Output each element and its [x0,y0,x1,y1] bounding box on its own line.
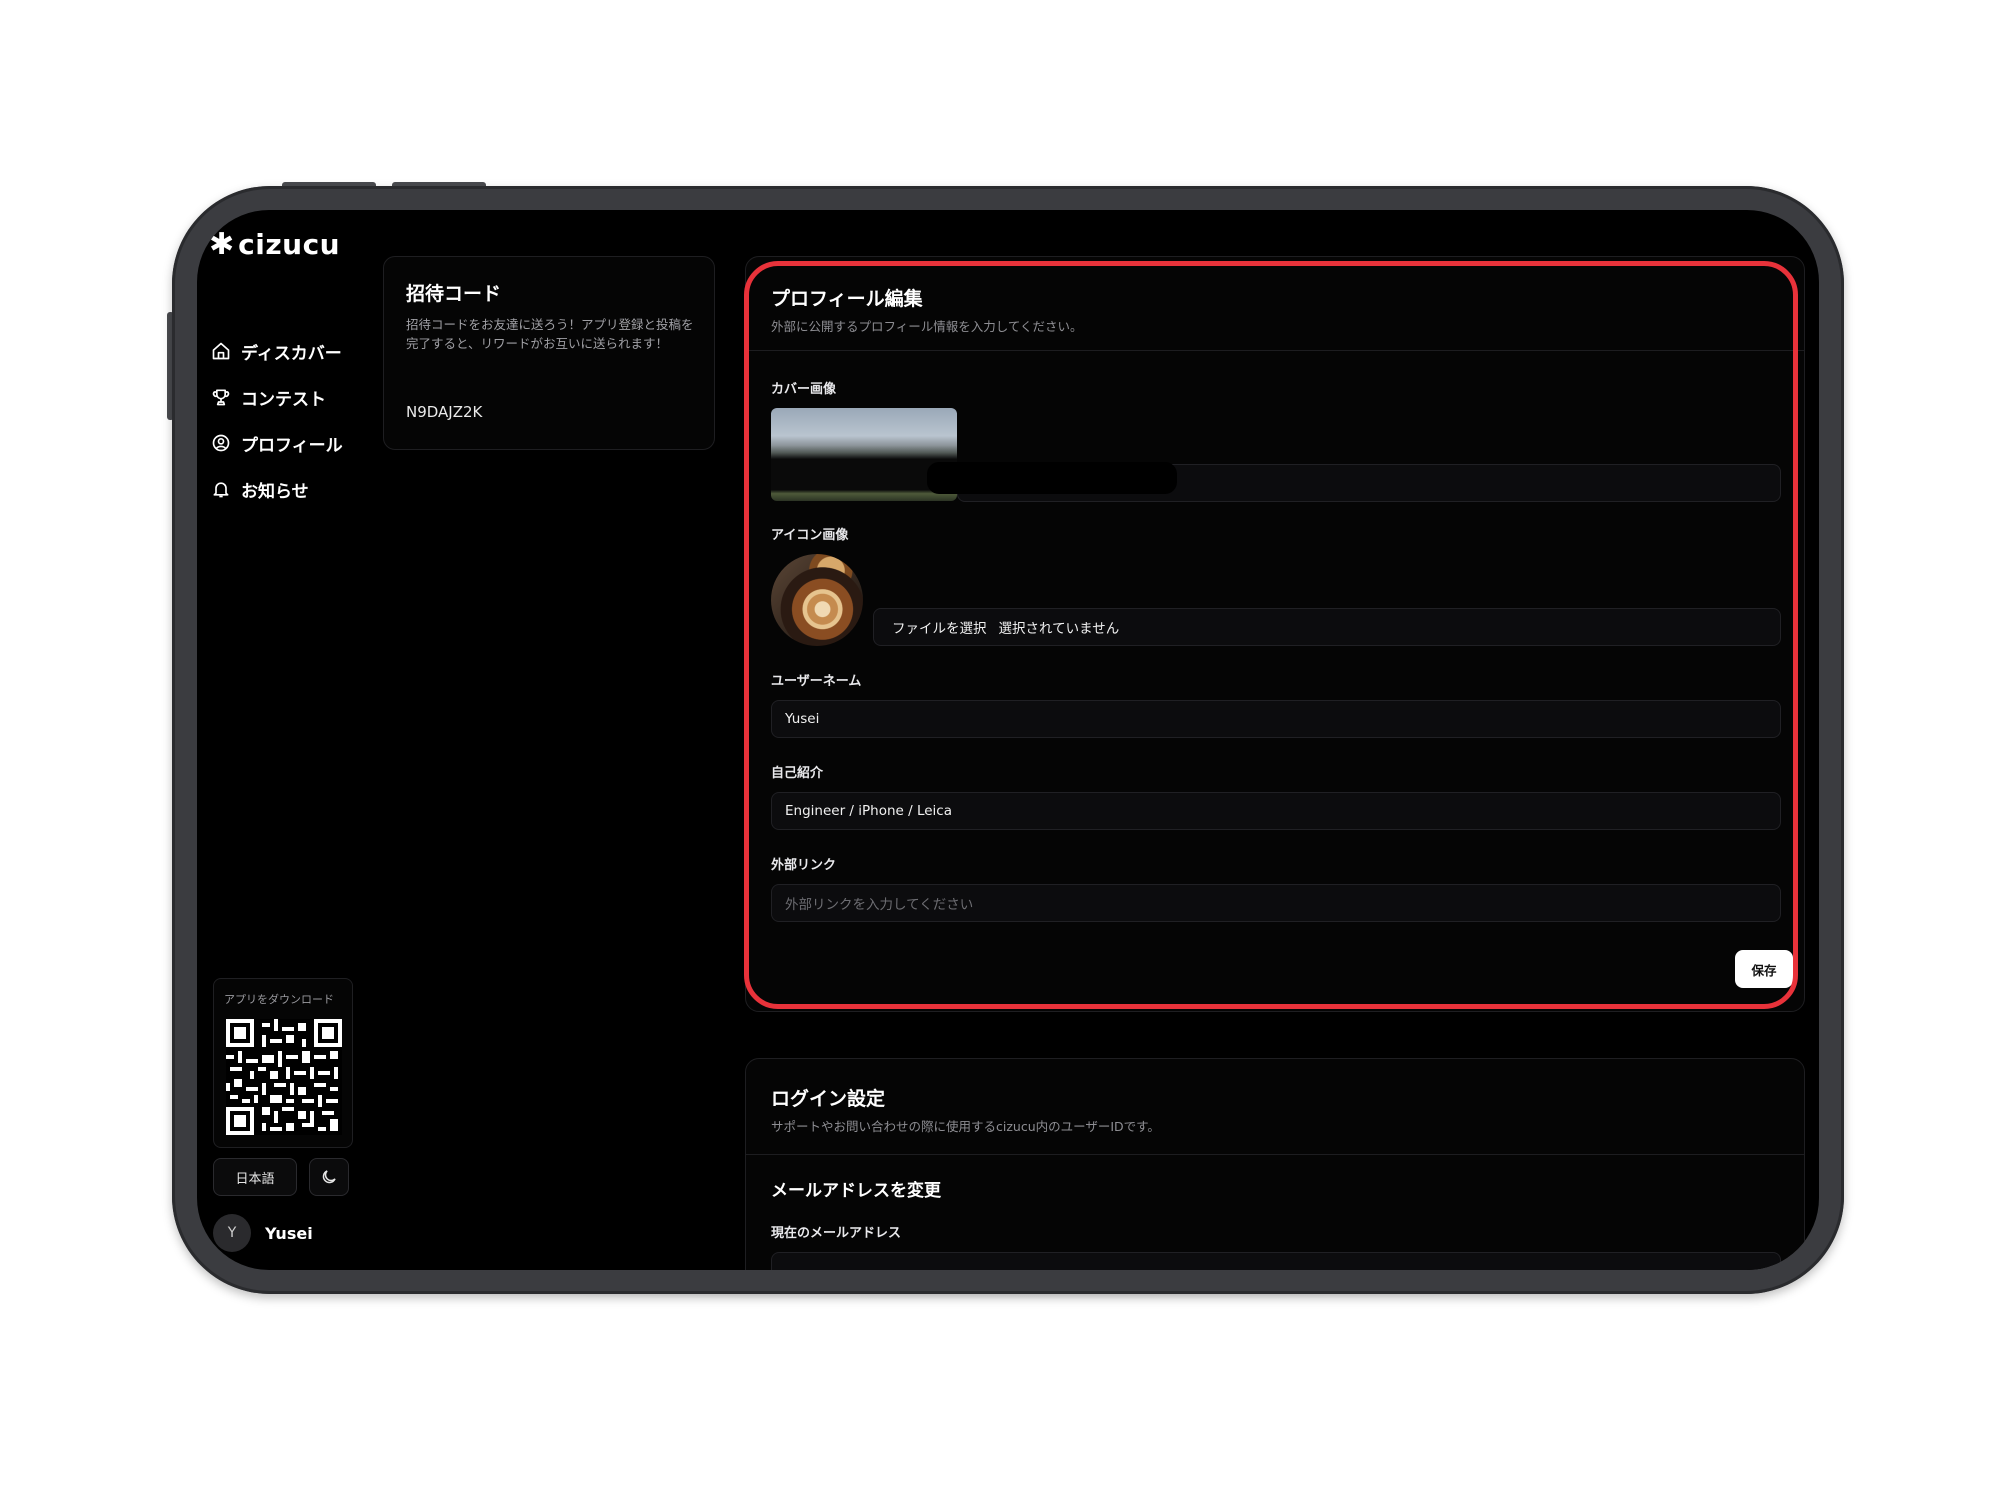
cover-overlay [927,462,1177,494]
login-divider [746,1154,1804,1155]
home-icon [212,342,230,360]
stage: ✱ cizucu ディスカバー コンテスト プロフィール お知らせ アプリをダウ… [0,0,2000,1500]
sidebar-item-notifications[interactable]: お知らせ [211,466,381,512]
invite-card: 招待コード 招待コードをお友達に送ろう！アプリ登録と投稿を完了すると、リワードが… [383,256,715,450]
sidebar-item-label: お知らせ [241,481,309,502]
theme-toggle-button[interactable] [309,1158,349,1196]
avatar: Y [213,1214,251,1252]
profile-title: プロフィール編集 [771,288,923,310]
language-button[interactable]: 日本語 [213,1158,297,1196]
bio-input[interactable]: Engineer / iPhone / Leica [771,792,1781,830]
link-input[interactable]: 外部リンクを入力してください [771,884,1781,922]
icon-image[interactable] [771,554,863,646]
sidebar-item-label: コンテスト [241,389,326,410]
app-logo[interactable]: ✱ cizucu [209,228,340,261]
invite-code[interactable]: N9DAJZ2K [406,403,482,421]
file-select-button[interactable]: ファイルを選択 [892,617,987,637]
bio-label: 自己紹介 [771,766,824,781]
moon-icon [322,1170,336,1184]
sidebar-item-profile[interactable]: プロフィール [211,420,381,466]
sidebar-item-contest[interactable]: コンテスト [211,374,381,420]
save-button[interactable]: 保存 [1735,950,1793,988]
qr-code-icon [226,1019,342,1135]
logo-mark-icon: ✱ [209,226,235,262]
sidebar-item-label: ディスカバー [241,343,342,364]
file-status: 選択されていません [998,621,1120,637]
icon-label: アイコン画像 [771,528,849,543]
bell-icon [213,482,229,498]
user-name: Yusei [265,1223,313,1243]
profile-divider [746,350,1804,351]
trophy-icon [212,389,230,406]
current-email-input[interactable] [771,1252,1781,1270]
link-label: 外部リンク [771,858,837,873]
username-input[interactable]: Yusei [771,700,1781,738]
invite-title: 招待コード [406,283,502,305]
user-menu[interactable]: Y Yusei [213,1214,313,1252]
logo-text: cizucu [238,228,341,261]
login-settings-card [745,1058,1805,1270]
cover-label: カバー画像 [771,382,837,397]
invite-description: 招待コードをお友達に送ろう！アプリ登録と投稿を完了すると、リワードがお互いに送ら… [406,317,694,351]
sidebar-nav: ディスカバー コンテスト プロフィール お知らせ [211,328,381,512]
login-subtitle: サポートやお問い合わせの際に使用するcizucu内のユーザーIDです。 [771,1119,1160,1134]
username-label: ユーザーネーム [771,674,862,689]
user-circle-icon [212,434,230,452]
app-download-card[interactable]: アプリをダウンロード [213,978,353,1148]
qr-title: アプリをダウンロード [224,993,334,1006]
login-title: ログイン設定 [771,1088,886,1110]
screen: ✱ cizucu ディスカバー コンテスト プロフィール お知らせ アプリをダウ… [197,210,1819,1270]
sidebar-item-discover[interactable]: ディスカバー [211,328,381,374]
icon-file-input[interactable]: ファイルを選択 選択されていません [873,608,1781,646]
sidebar-item-label: プロフィール [241,435,343,456]
profile-subtitle: 外部に公開するプロフィール情報を入力してください。 [771,319,1083,334]
email-change-title: メールアドレスを変更 [771,1181,941,1201]
current-email-label: 現在のメールアドレス [771,1226,902,1241]
